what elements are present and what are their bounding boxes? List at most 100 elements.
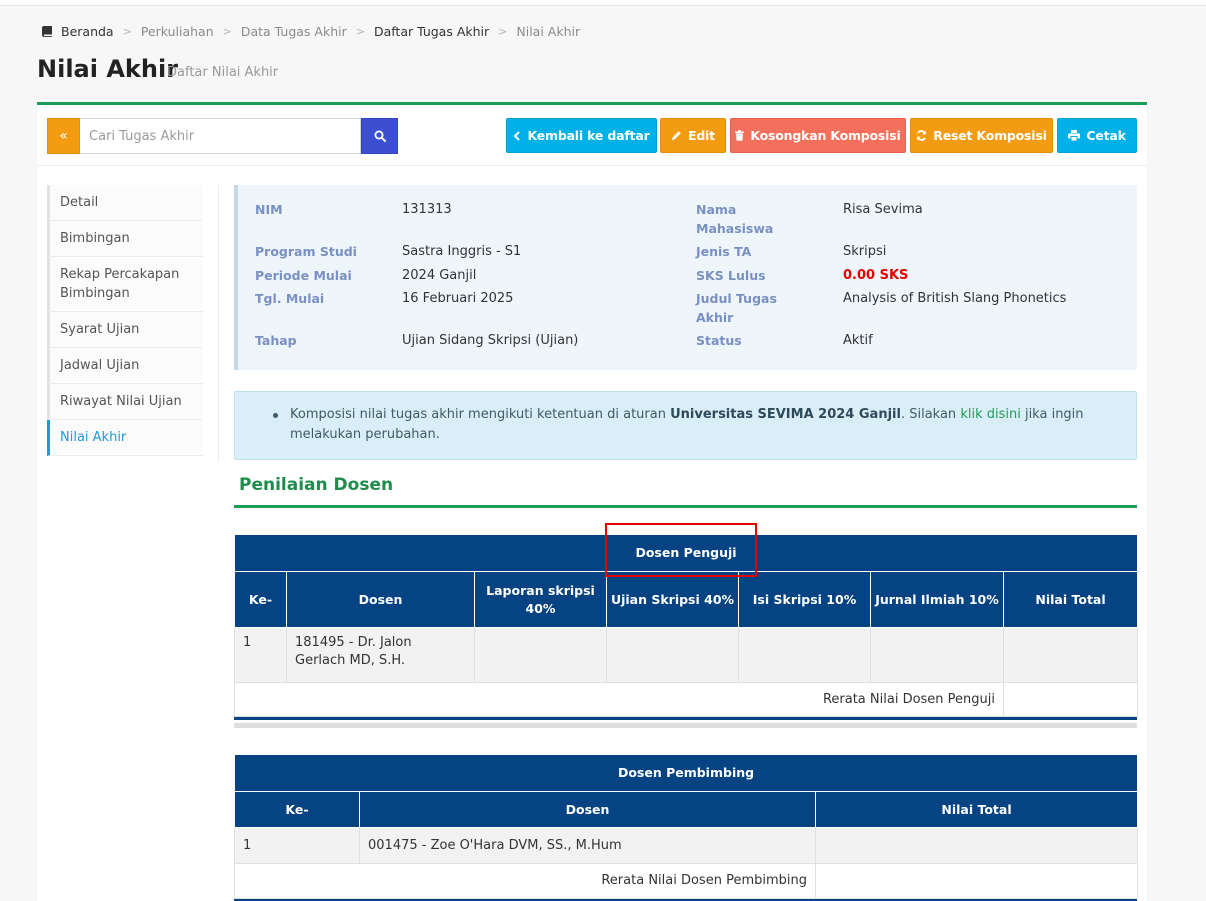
breadcrumb-daftar-tugas-akhir[interactable]: Daftar Tugas Akhir [374,24,489,39]
rerata-pembimbing-label: Rerata Nilai Dosen Pembimbing [234,863,816,899]
col-header-nilai-total: Nilai Total [814,791,1139,828]
col-header-isi: Isi Skripsi 10% [738,571,871,628]
cell-jurnal [870,627,1004,683]
toolbar-divider [37,165,1147,166]
penguji-table: Dosen Penguji Ke- Dosen Laporan skripsi … [233,534,1139,717]
col-header-ujian: Ujian Skripsi 40% [606,571,739,628]
chevron-right-icon: > [222,25,232,38]
program-studi-value: Sastra Inggris - S1 [402,244,522,259]
search-group: « [47,118,398,154]
tahap-label: Tahap [255,333,297,348]
rerata-pembimbing-value [814,863,1139,899]
rerata-penguji-label: Rerata Nilai Dosen Penguji [234,682,1004,717]
reset-komposisi-button[interactable]: Reset Komposisi [910,118,1053,153]
section-underline [234,505,1137,508]
col-header-nilai-total: Nilai Total [1002,571,1139,628]
penguji-table-wrap: Dosen Penguji Ke- Dosen Laporan skripsi … [233,534,1139,728]
cell-isi [738,627,871,683]
notice-text: Komposisi nilai tugas akhir mengikuti ke… [290,407,1084,442]
table-scroll-shadow [234,723,1137,728]
periode-mulai-label: Periode Mulai [255,268,352,283]
sidebar-divider [218,185,219,462]
edit-button[interactable]: Edit [660,118,726,153]
table-footer-row: Rerata Nilai Dosen Pembimbing [234,863,1139,899]
judul-tugas-akhir-label: Judul Tugas Akhir [696,291,777,325]
chevron-right-icon: > [498,25,508,38]
penguji-table-caption: Dosen Penguji [233,534,1139,572]
cell-nilai-total [814,827,1139,864]
col-header-ke: Ke- [234,791,360,828]
sidebar-nav: Detail Bimbingan Rekap Percakapan Bimbin… [47,185,203,456]
chevron-left-icon [513,130,521,141]
sidebar-item-nilai-akhir[interactable]: Nilai Akhir [47,420,203,456]
kosongkan-komposisi-button[interactable]: Kosongkan Komposisi [730,118,906,153]
main-panel: « Kembali ke daftar Edit Kosongkan Kompo… [37,102,1147,901]
jenis-ta-label: Jenis TA [696,244,752,259]
cell-no: 1 [234,627,287,683]
sks-lulus-label: SKS Lulus [696,268,766,283]
sidebar-item-detail[interactable]: Detail [47,185,203,221]
breadcrumb-perkuliahan[interactable]: Perkuliahan [141,24,214,39]
trash-icon [735,130,745,141]
tahap-value: Ujian Sidang Skripsi (Ujian) [402,333,579,348]
student-info-box: NIM 131313 Program Studi Sastra Inggris … [234,185,1137,370]
status-value: Aktif [843,333,873,348]
pembimbing-table: Dosen Pembimbing Ke- Dosen Nilai Total 1… [233,754,1139,899]
notice-rule-name: Universitas SEVIMA 2024 Ganjil [670,407,901,422]
chevron-right-icon: > [355,25,365,38]
print-button-label: Cetak [1086,128,1126,143]
nama-mahasiswa-value: Risa Sevima [843,202,923,217]
col-header-dosen: Dosen [359,791,816,828]
col-header-jurnal: Jurnal Ilmiah 10% [870,571,1004,628]
nama-mahasiswa-label: Nama Mahasiswa [696,202,774,236]
back-button-label: Kembali ke daftar [527,128,650,143]
table-row: 1 181495 - Dr. Jalon Gerlach MD, S.H. [234,627,1139,683]
breadcrumb-current: Nilai Akhir [516,24,581,39]
pembimbing-table-caption: Dosen Pembimbing [233,754,1139,792]
sidebar-item-rekap-percakapan[interactable]: Rekap Percakapan Bimbingan [47,257,203,312]
nim-value: 131313 [402,202,452,217]
cell-dosen: 001475 - Zoe O'Hara DVM, SS., M.Hum [359,827,816,864]
table-footer-row: Rerata Nilai Dosen Penguji [234,682,1139,717]
nim-label: NIM [255,202,283,217]
print-button[interactable]: Cetak [1057,118,1137,153]
klik-disini-link[interactable]: klik disini [960,407,1021,422]
sidebar-item-jadwal-ujian[interactable]: Jadwal Ujian [47,348,203,384]
table-bottom-border [234,717,1137,720]
col-header-laporan: Laporan skripsi 40% [474,571,607,628]
sidebar-item-bimbingan[interactable]: Bimbingan [47,221,203,257]
section-title: Penilaian Dosen [239,475,394,495]
search-icon [374,130,386,142]
cell-nilai-total [1002,627,1139,683]
tgl-mulai-label: Tgl. Mulai [255,291,325,306]
breadcrumb-data-tugas-akhir[interactable]: Data Tugas Akhir [241,24,347,39]
sidebar-item-syarat-ujian[interactable]: Syarat Ujian [47,312,203,348]
pencil-icon [671,130,682,141]
printer-icon [1068,130,1081,141]
kosongkan-button-label: Kosongkan Komposisi [750,128,901,143]
bullet-icon [273,413,278,418]
edit-button-label: Edit [688,128,715,143]
rerata-penguji-value [1002,682,1139,717]
breadcrumb-home[interactable]: Beranda [61,24,114,39]
page-subtitle: Daftar Nilai Akhir [167,65,279,80]
chevron-right-icon: > [122,25,132,38]
col-header-dosen: Dosen [286,571,475,628]
sidebar-item-riwayat-nilai[interactable]: Riwayat Nilai Ujian [47,384,203,420]
cell-ujian [606,627,739,683]
cell-laporan [474,627,607,683]
table-row: 1 001475 - Zoe O'Hara DVM, SS., M.Hum [234,827,1139,864]
pembimbing-table-wrap: Dosen Pembimbing Ke- Dosen Nilai Total 1… [233,754,1139,901]
status-label: Status [696,333,742,348]
periode-mulai-value: 2024 Ganjil [402,268,477,283]
collapse-toggle-button[interactable]: « [47,118,80,154]
cell-no: 1 [234,827,360,864]
refresh-icon [916,130,927,141]
search-input[interactable] [80,118,361,154]
sks-lulus-value: 0.00 SKS [843,268,909,283]
jenis-ta-value: Skripsi [843,244,887,259]
tgl-mulai-value: 16 Februari 2025 [402,291,514,306]
back-to-list-button[interactable]: Kembali ke daftar [506,118,657,153]
composition-notice: Komposisi nilai tugas akhir mengikuti ke… [234,391,1137,460]
search-button[interactable] [361,118,398,154]
